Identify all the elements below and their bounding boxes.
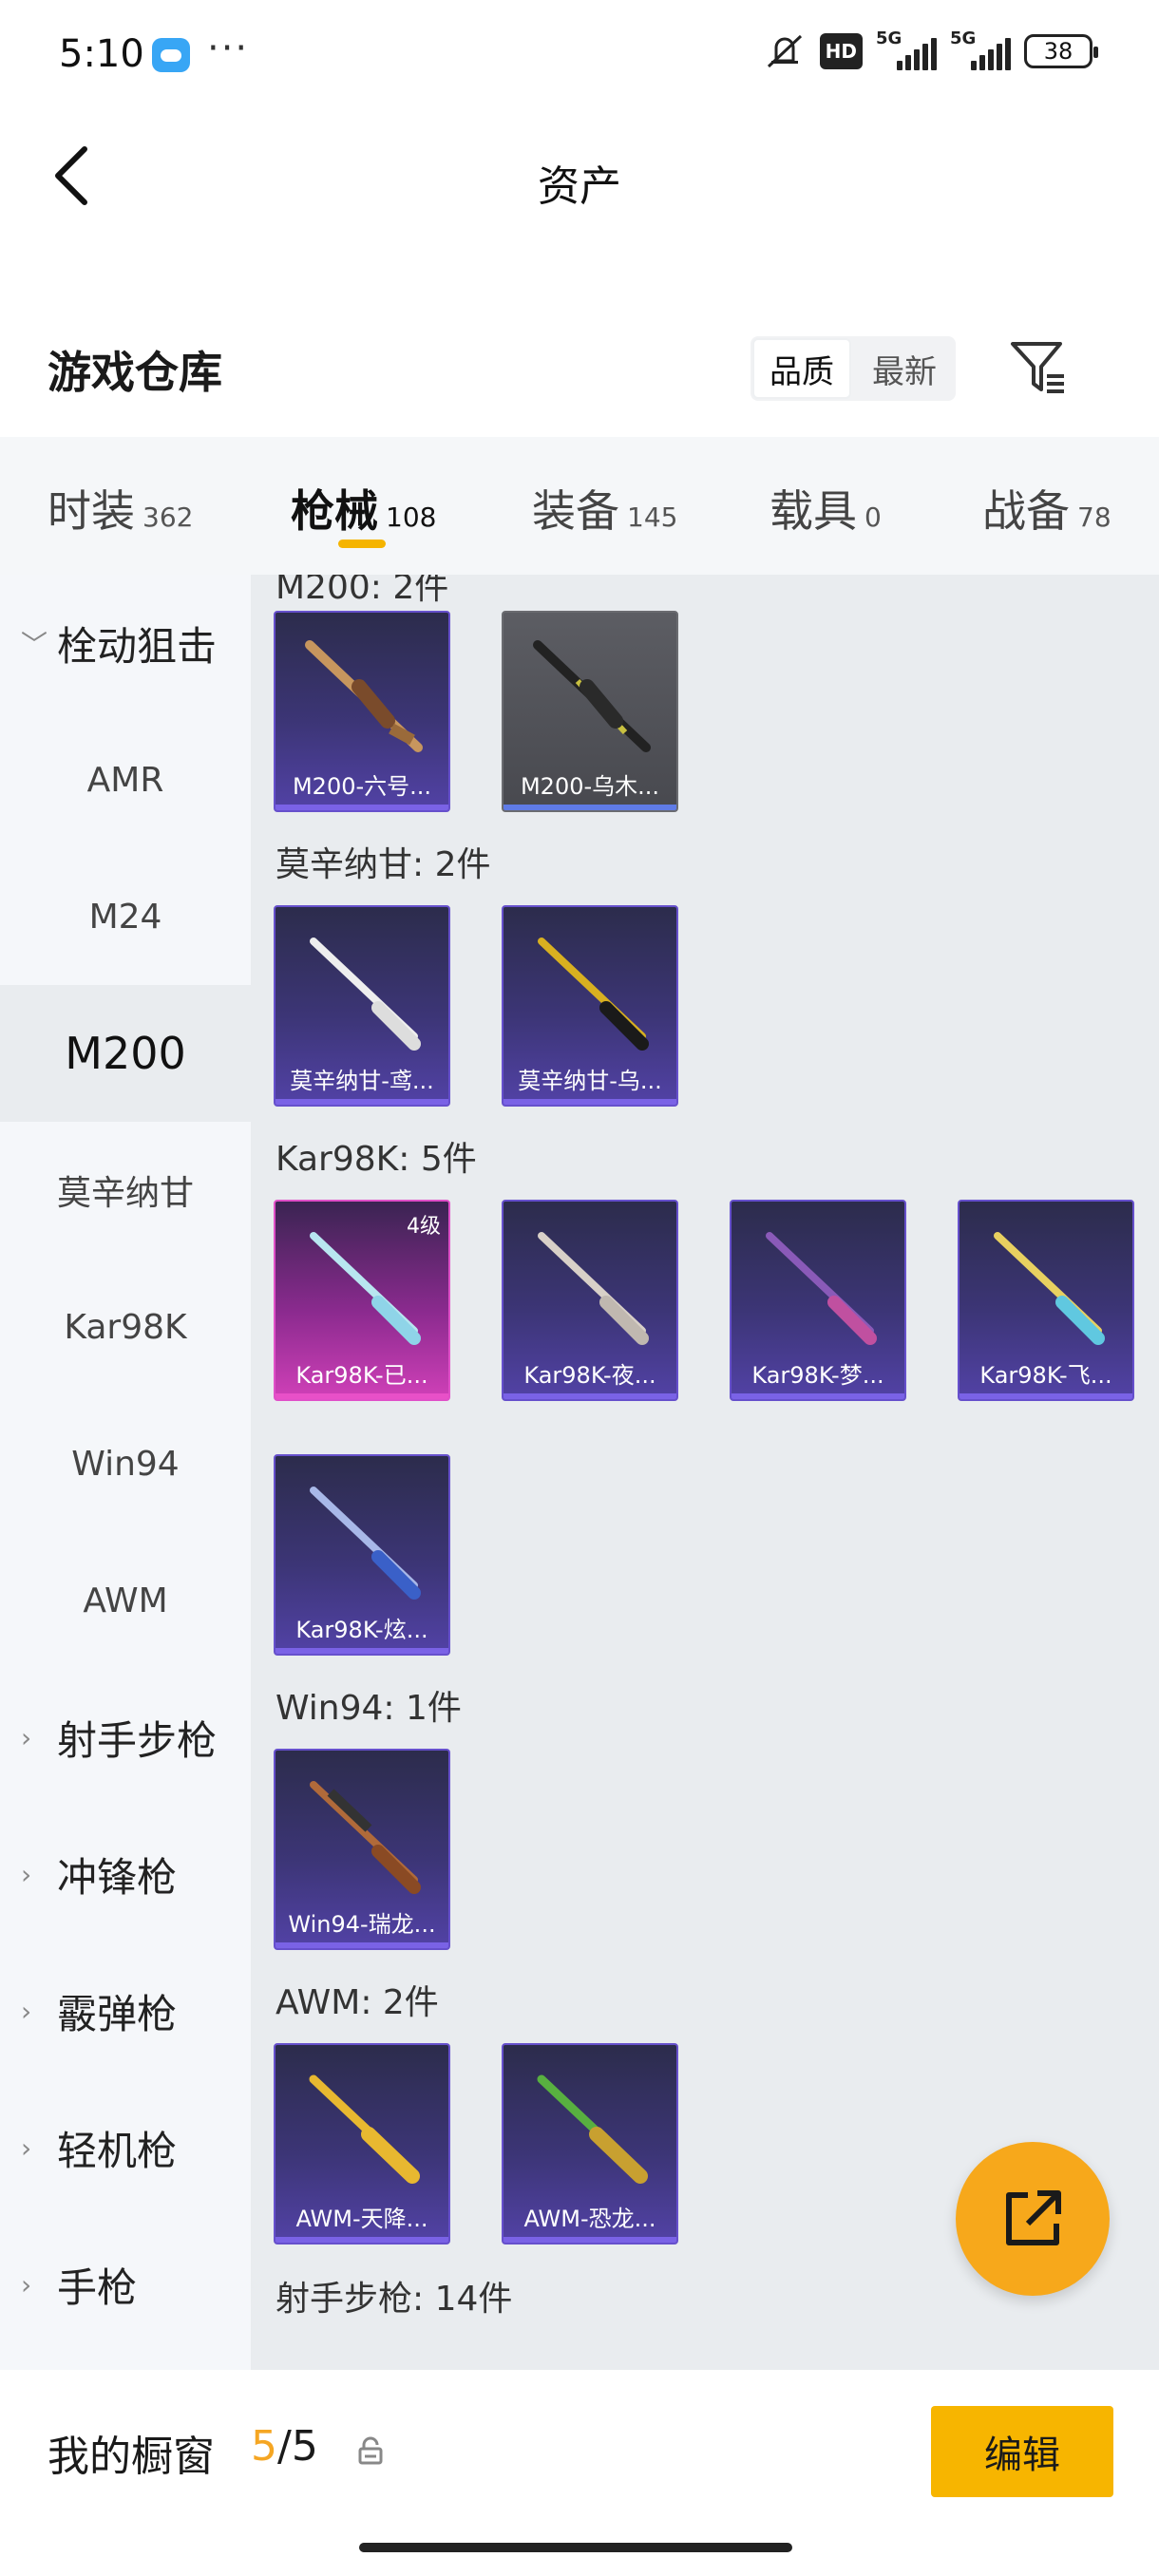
- edit-button[interactable]: 编辑: [931, 2406, 1113, 2497]
- hd-badge: HD: [819, 33, 863, 69]
- weapon-card[interactable]: 莫辛纳甘-鸢...: [274, 905, 450, 1107]
- rifle-icon: [309, 2074, 420, 2184]
- sidebar-item-awm[interactable]: AWM: [0, 1532, 251, 1669]
- rifle-icon: [533, 640, 651, 752]
- share-button[interactable]: [956, 2142, 1110, 2296]
- section-label-marksman: 射手步枪: 14件: [276, 2280, 513, 2319]
- weapon-category-sidebar: ﹀ 栓动狙击 AMR M24 M200 莫辛纳甘 Kar98K Win94 AW…: [0, 575, 251, 2370]
- more-notifications-icon: ···: [207, 27, 250, 70]
- rifle-icon: [994, 1232, 1105, 1345]
- rifle-icon: [310, 938, 421, 1051]
- weapon-card[interactable]: Kar98K-炫...: [274, 1454, 450, 1656]
- section-label-m200: M200: 2件: [276, 575, 449, 607]
- sidebar-item-mosin[interactable]: 莫辛纳甘: [0, 1122, 251, 1259]
- mute-icon: [763, 32, 807, 70]
- chevron-right-icon: ›: [21, 2131, 32, 2164]
- sort-newest-option[interactable]: 最新: [853, 336, 956, 401]
- sidebar-item-win94[interactable]: Win94: [0, 1395, 251, 1532]
- sidebar-group-shotgun[interactable]: › 霰弹枪: [0, 1942, 251, 2079]
- weapon-card[interactable]: Kar98K-夜...: [502, 1200, 678, 1401]
- tab-fashion[interactable]: 时装 362: [48, 477, 193, 540]
- weapon-list: M200: 2件 M200-六号... M200-乌木... 莫辛纳甘: 2件 …: [251, 575, 1159, 2370]
- section-label-win94: Win94: 1件: [276, 1689, 462, 1728]
- signal-icon-2: 5G: [950, 28, 1011, 70]
- tab-equipment[interactable]: 装备 145: [532, 477, 677, 540]
- active-tab-indicator: [338, 540, 386, 548]
- sidebar-group-smg[interactable]: › 冲锋枪: [0, 1806, 251, 1942]
- weapon-card[interactable]: M200-乌木...: [502, 611, 678, 812]
- status-time: 5:10: [59, 32, 144, 76]
- sidebar-item-m24[interactable]: M24: [0, 848, 251, 985]
- chevron-right-icon: ›: [21, 1995, 32, 2027]
- battery-icon: 38: [1024, 34, 1098, 68]
- signal-icon: 5G: [876, 28, 937, 70]
- rifle-icon: [538, 1232, 649, 1345]
- sidebar-item-kar98k[interactable]: Kar98K: [0, 1259, 251, 1395]
- tab-firearms[interactable]: 枪械 108: [291, 477, 436, 540]
- sidebar-item-m200[interactable]: M200: [0, 985, 251, 1122]
- weapon-card[interactable]: Win94-瑞龙...: [274, 1749, 450, 1950]
- weapon-card[interactable]: AWM-天降...: [274, 2043, 450, 2245]
- rifle-icon: [538, 938, 649, 1051]
- sidebar-group-bolt-action[interactable]: ﹀ 栓动狙击: [0, 575, 251, 711]
- rifle-icon: [766, 1232, 877, 1345]
- showcase-bar: 我的橱窗 5/5 编辑: [0, 2370, 1159, 2576]
- weapon-card[interactable]: Kar98K-飞...: [958, 1200, 1134, 1401]
- status-bar: 5:10 ··· HD 5G 5G 38: [0, 0, 1159, 114]
- weapon-card[interactable]: M200-六号...: [274, 611, 450, 812]
- section-label-kar98k: Kar98K: 5件: [276, 1140, 477, 1179]
- rifle-icon: [305, 640, 423, 752]
- showcase-count: 5/5: [251, 2422, 318, 2471]
- warehouse-title: 游戏仓库: [48, 347, 222, 398]
- rifle-icon: [310, 1487, 421, 1600]
- rifle-icon: [310, 1781, 421, 1894]
- page-title: 资产: [538, 162, 621, 211]
- sidebar-group-lmg[interactable]: › 轻机枪: [0, 2079, 251, 2216]
- category-tabs: 时装 362 枪械 108 装备 145 载具 0 战备 78: [0, 437, 1159, 575]
- chevron-right-icon: ›: [21, 2268, 32, 2301]
- sort-quality-option[interactable]: 品质: [752, 338, 851, 399]
- chevron-down-icon: ﹀: [21, 629, 48, 660]
- filter-button[interactable]: [1007, 336, 1070, 399]
- sidebar-group-pistol[interactable]: › 手枪: [0, 2216, 251, 2353]
- section-label-awm: AWM: 2件: [276, 1983, 439, 2022]
- chevron-right-icon: ›: [21, 1858, 32, 1890]
- title-bar: 资产: [0, 114, 1159, 237]
- home-indicator[interactable]: [359, 2543, 792, 2552]
- rifle-icon: [310, 1232, 421, 1345]
- external-link-icon: [1006, 2190, 1061, 2245]
- weapon-card[interactable]: AWM-恐龙...: [502, 2043, 678, 2245]
- filter-icon: [1011, 342, 1064, 393]
- sort-toggle: 品质 最新: [750, 336, 956, 401]
- warehouse-header: 游戏仓库 品质 最新: [0, 313, 1159, 437]
- weapon-card[interactable]: 莫辛纳甘-乌...: [502, 905, 678, 1107]
- tab-vehicles[interactable]: 载具 0: [770, 477, 882, 540]
- rifle-icon: [537, 2074, 648, 2184]
- sidebar-item-amr[interactable]: AMR: [0, 711, 251, 848]
- status-right: HD 5G 5G 38: [763, 28, 1098, 70]
- sidebar-group-marksman[interactable]: › 射手步枪: [0, 1669, 251, 1806]
- showcase-title: 我的橱窗: [48, 2433, 215, 2481]
- cloud-app-icon: [152, 38, 190, 72]
- tab-supplies[interactable]: 战备 78: [982, 477, 1112, 540]
- section-label-mosin: 莫辛纳甘: 2件: [276, 845, 491, 884]
- weapon-card[interactable]: 4级 Kar98K-已...: [274, 1200, 450, 1401]
- chevron-right-icon: ›: [21, 1721, 32, 1753]
- weapon-card[interactable]: Kar98K-梦...: [730, 1200, 906, 1401]
- lock-icon: [358, 2436, 383, 2465]
